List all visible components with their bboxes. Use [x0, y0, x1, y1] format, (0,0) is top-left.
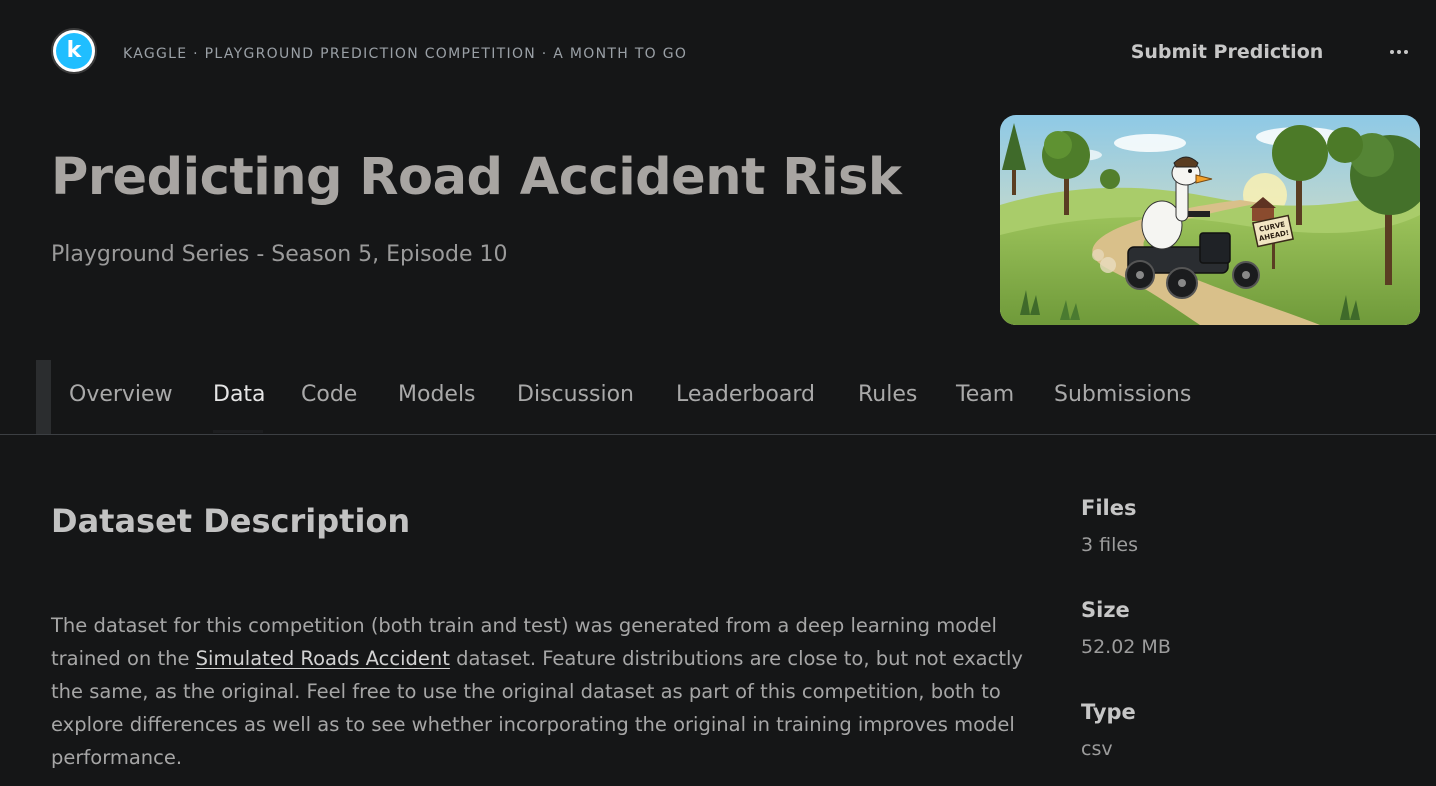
tab-team[interactable]: Team [956, 382, 1014, 407]
more-options-icon[interactable] [1380, 36, 1418, 68]
more-dot [1404, 50, 1408, 54]
page-subtitle: Playground Series - Season 5, Episode 10 [51, 242, 508, 267]
tab-models[interactable]: Models [398, 382, 476, 407]
more-dot [1390, 50, 1394, 54]
competition-tabs: Overview Data Code Models Discussion Lea… [0, 360, 1436, 435]
dataset-description-heading: Dataset Description [51, 502, 411, 540]
files-label: Files [1081, 496, 1137, 520]
size-value: 52.02 MB [1081, 636, 1171, 658]
page-title: Predicting Road Accident Risk [51, 148, 902, 207]
simulated-roads-accident-link[interactable]: Simulated Roads Accident [196, 647, 450, 670]
size-label: Size [1081, 598, 1130, 622]
more-dot [1397, 50, 1401, 54]
competition-banner-image: CURVE AHEAD! [1000, 115, 1420, 325]
top-header: k KAGGLE · PLAYGROUND PREDICTION COMPETI… [0, 0, 1436, 110]
tab-code[interactable]: Code [301, 382, 357, 407]
type-value: csv [1081, 738, 1113, 760]
active-tab-indicator [213, 430, 263, 433]
breadcrumb: KAGGLE · PLAYGROUND PREDICTION COMPETITI… [123, 46, 688, 62]
tabs-left-accent [36, 360, 51, 434]
tab-overview[interactable]: Overview [69, 382, 173, 407]
tab-discussion[interactable]: Discussion [517, 382, 634, 407]
tab-rules[interactable]: Rules [858, 382, 917, 407]
files-value: 3 files [1081, 534, 1138, 556]
submit-prediction-button[interactable]: Submit Prediction [1120, 34, 1334, 70]
tab-submissions[interactable]: Submissions [1054, 382, 1191, 407]
type-label: Type [1081, 700, 1136, 724]
tab-leaderboard[interactable]: Leaderboard [676, 382, 815, 407]
dataset-description-text: The dataset for this competition (both t… [51, 609, 1051, 774]
kaggle-logo[interactable]: k [51, 28, 97, 74]
tab-data[interactable]: Data [213, 382, 266, 407]
competition-data-page: k KAGGLE · PLAYGROUND PREDICTION COMPETI… [0, 0, 1436, 786]
kaggle-logo-letter: k [56, 33, 92, 69]
